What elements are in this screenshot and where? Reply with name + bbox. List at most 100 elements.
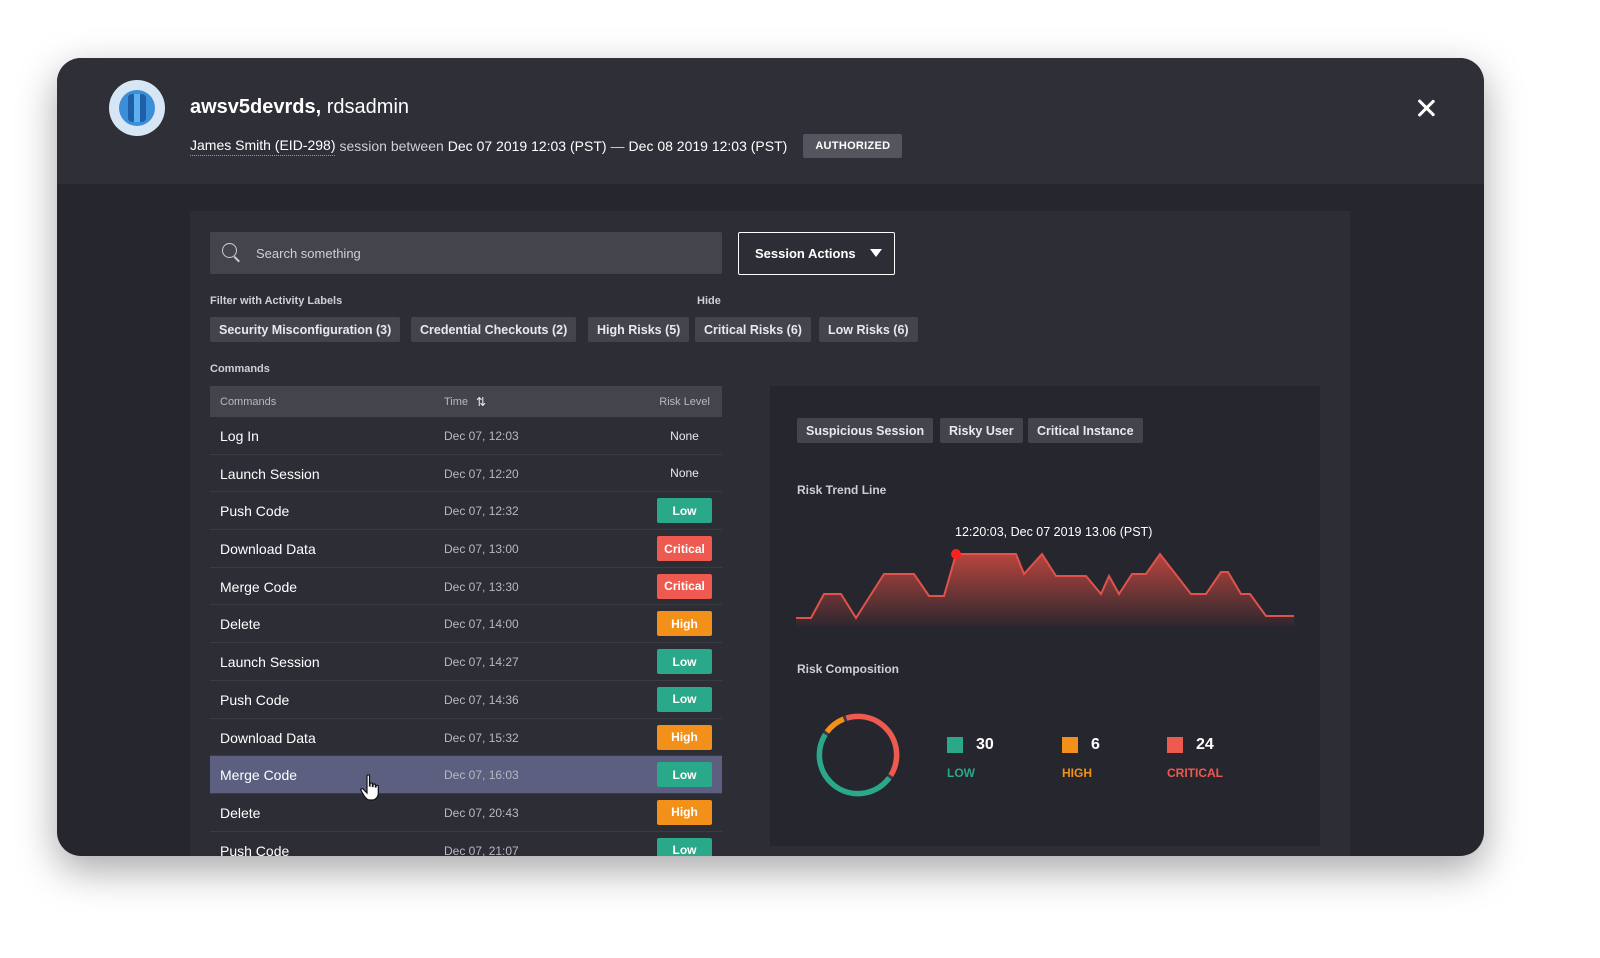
risk-badge: Low: [657, 498, 712, 524]
row-time: Dec 07, 21:07: [444, 843, 519, 856]
tag-risky-user[interactable]: Risky User: [940, 418, 1023, 443]
trend-marker: [951, 549, 961, 559]
table-row[interactable]: Push Code Dec 07, 14:36 Low: [210, 681, 722, 719]
row-time: Dec 07, 14:00: [444, 617, 519, 632]
legend-value-critical: 24: [1196, 736, 1214, 753]
search-icon: [222, 243, 242, 263]
risk-badge: Low: [657, 762, 712, 788]
risk-badge: Low: [657, 649, 712, 675]
risk-insights-panel: Suspicious Session Risky User Critical I…: [770, 386, 1320, 846]
row-time: Dec 07, 16:03: [444, 768, 519, 783]
row-time: Dec 07, 20:43: [444, 805, 519, 820]
legend-high: 6 HIGH: [1062, 736, 1100, 780]
column-time[interactable]: Time ⇅: [444, 395, 486, 409]
risk-composition-title: Risk Composition: [797, 662, 900, 676]
filter-chip-security-misconfiguration[interactable]: Security Misconfiguration (3): [210, 317, 401, 342]
trend-area: [796, 554, 1294, 626]
commands-table: Commands Time ⇅ Risk Level Log In Dec 07,…: [210, 386, 722, 856]
trend-annotation: 12:20:03, Dec 07 2019 13.06 (PST): [955, 525, 1153, 539]
risk-trend-chart: [796, 549, 1294, 626]
risk-badge: Critical: [657, 573, 712, 599]
hide-filters-link[interactable]: Hide: [697, 295, 721, 307]
hand-cursor-icon: [360, 774, 379, 801]
legend-label-critical: CRITICAL: [1167, 766, 1223, 781]
table-row[interactable]: Launch Session Dec 07, 14:27 Low: [210, 643, 722, 681]
risk-badge: Critical: [657, 536, 712, 562]
filter-title: Filter with Activity Labels: [210, 295, 343, 307]
table-row[interactable]: Delete Dec 07, 14:00 High: [210, 605, 722, 644]
session-start: Dec 07 2019 12:03 (PST): [447, 138, 607, 154]
legend-swatch-low: [947, 737, 963, 753]
session-subtitle: James Smith (EID-298) session between De…: [190, 134, 903, 158]
tag-critical-instance[interactable]: Critical Instance: [1028, 418, 1143, 443]
row-command: Launch Session: [220, 654, 320, 671]
row-command: Launch Session: [220, 465, 320, 482]
sort-arrows-icon[interactable]: ⇅: [476, 395, 486, 409]
table-row[interactable]: Merge Code Dec 07, 13:30 Critical: [210, 568, 722, 606]
search-input[interactable]: [256, 245, 676, 261]
risk-badge: Low: [657, 686, 712, 712]
legend-swatch-critical: [1167, 737, 1183, 753]
table-row[interactable]: Push Code Dec 07, 21:07 Low: [210, 832, 722, 856]
row-command: Delete: [220, 804, 261, 821]
session-panel: Session Actions Filter with Activity Lab…: [190, 211, 1350, 856]
filter-chip-credential-checkouts[interactable]: Credential Checkouts (2): [411, 317, 577, 342]
table-row[interactable]: Delete Dec 07, 20:43 High: [210, 794, 722, 832]
row-command: Download Data: [220, 541, 316, 558]
column-commands: Commands: [220, 395, 277, 408]
row-command: Push Code: [220, 691, 290, 708]
table-row[interactable]: Push Code Dec 07, 12:32 Low: [210, 492, 722, 531]
table-row[interactable]: Launch Session Dec 07, 12:20 None: [210, 455, 722, 493]
status-badge: AUTHORIZED: [803, 134, 903, 158]
risk-badge: High: [657, 799, 712, 825]
instance-name: awsv5devrds,: [190, 96, 322, 118]
row-command: Merge Code: [220, 767, 298, 784]
chevron-down-icon: [870, 249, 882, 257]
table-row[interactable]: Download Data Dec 07, 15:32 High: [210, 719, 722, 757]
legend-label-low: LOW: [947, 766, 975, 781]
risk-badge: Low: [657, 837, 712, 856]
table-header: Commands Time ⇅ Risk Level: [210, 386, 722, 417]
filter-chip-critical-risks[interactable]: Critical Risks (6): [695, 317, 811, 342]
date-separator: —: [610, 138, 625, 154]
row-time: Dec 07, 14:27: [444, 655, 519, 670]
legend-critical: 24 CRITICAL: [1167, 736, 1223, 780]
legend-low: 30 LOW: [947, 736, 994, 780]
row-time: Dec 07, 15:32: [444, 730, 519, 745]
search-bar[interactable]: [210, 232, 722, 274]
row-time: Dec 07, 12:32: [444, 504, 519, 519]
row-time: Dec 07, 13:00: [444, 542, 519, 557]
session-detail-modal: awsv5devrds, rdsadmin James Smith (EID-2…: [57, 58, 1484, 856]
close-icon[interactable]: [1414, 96, 1438, 120]
table-row[interactable]: Merge Code Dec 07, 16:03 Low: [210, 756, 722, 794]
session-end: Dec 08 2019 12:03 (PST): [628, 138, 788, 154]
risk-badge: None: [670, 466, 699, 481]
tag-suspicious-session[interactable]: Suspicious Session: [797, 418, 934, 443]
risk-badge: None: [670, 428, 699, 443]
table-row[interactable]: Download Data Dec 07, 13:00 Critical: [210, 530, 722, 568]
table-row[interactable]: Log In Dec 07, 12:03 None: [210, 417, 722, 455]
row-command: Delete: [220, 616, 261, 633]
session-actions-dropdown[interactable]: Session Actions: [738, 232, 895, 275]
legend-label-high: HIGH: [1062, 766, 1092, 781]
user-link[interactable]: James Smith (EID-298): [190, 137, 336, 156]
filter-chip-low-risks[interactable]: Low Risks (6): [819, 317, 918, 342]
session-between-text: session between: [339, 138, 444, 154]
row-time: Dec 07, 12:03: [444, 429, 519, 443]
risk-trend-title: Risk Trend Line: [797, 483, 887, 497]
filter-chip-high-risks[interactable]: High Risks (5): [588, 317, 690, 342]
row-command: Push Code: [220, 842, 290, 856]
legend-value-low: 30: [976, 736, 994, 753]
account-name: rdsadmin: [326, 96, 410, 118]
risk-badge: High: [657, 724, 712, 750]
row-time: Dec 07, 13:30: [444, 579, 519, 594]
row-command: Merge Code: [220, 578, 298, 595]
legend-value-high: 6: [1091, 736, 1100, 753]
column-time-label: Time: [444, 395, 469, 408]
risk-composition-donut: [816, 713, 900, 797]
row-command: Log In: [220, 428, 259, 444]
session-actions-label: Session Actions: [755, 246, 856, 261]
row-time: Dec 07, 14:36: [444, 692, 519, 707]
table-body: Log In Dec 07, 12:03 None Launch Session Dec…: [210, 417, 722, 856]
legend-swatch-high: [1062, 737, 1078, 753]
